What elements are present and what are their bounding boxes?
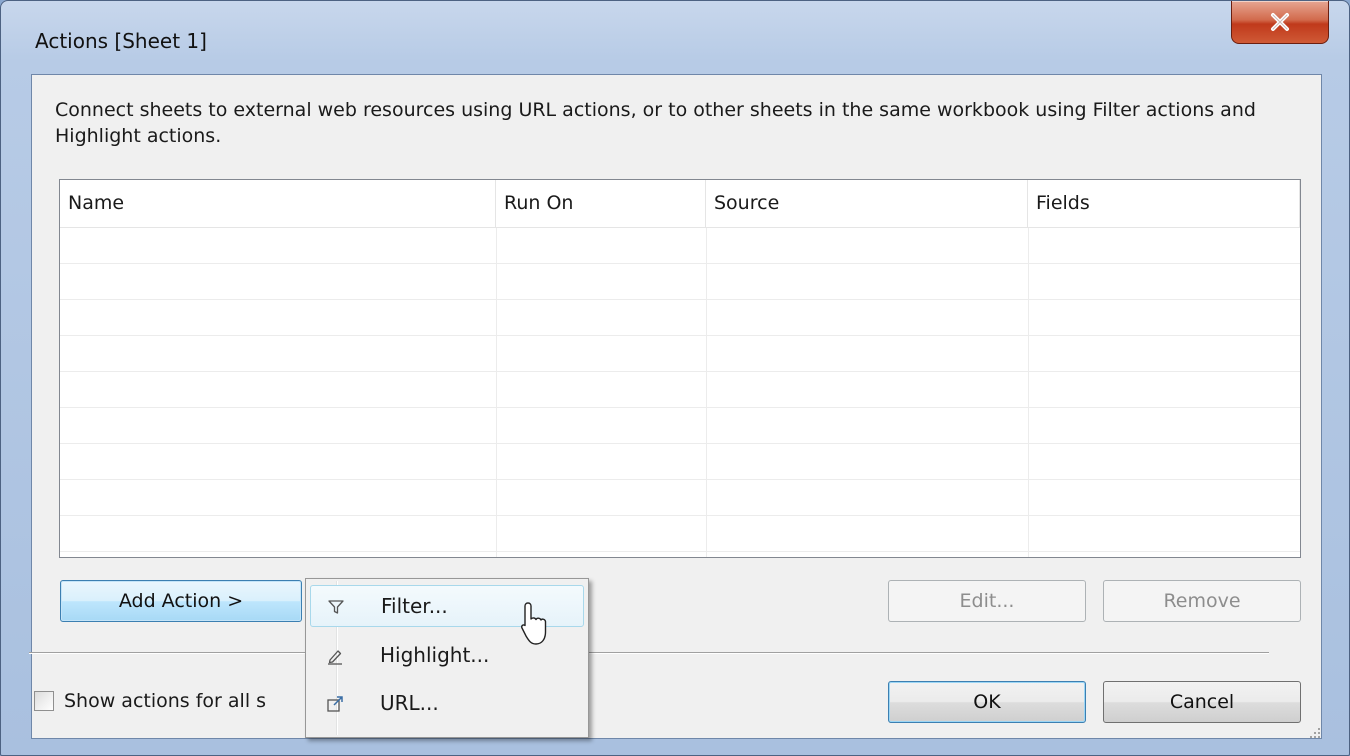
menu-item-label: Filter... bbox=[381, 594, 448, 618]
remove-button[interactable]: Remove bbox=[1103, 580, 1301, 622]
ok-button[interactable]: OK bbox=[888, 681, 1086, 723]
column-header-fields[interactable]: Fields bbox=[1028, 180, 1300, 227]
table-row bbox=[60, 372, 1300, 408]
highlight-icon bbox=[328, 650, 342, 665]
resize-grip-icon[interactable] bbox=[1307, 725, 1321, 739]
mouse-cursor-icon bbox=[521, 602, 547, 645]
table-row bbox=[60, 516, 1300, 552]
separator bbox=[29, 652, 1269, 654]
show-all-sheets-label: Show actions for all s bbox=[64, 690, 267, 712]
column-header-name[interactable]: Name bbox=[60, 180, 496, 227]
dialog-body: Connect sheets to external web resources… bbox=[29, 74, 1322, 739]
column-header-run-on[interactable]: Run On bbox=[496, 180, 706, 227]
column-divider bbox=[1028, 228, 1029, 557]
actions-dialog: Actions [Sheet 1] Connect sheets to exte… bbox=[0, 0, 1350, 756]
menu-item-url[interactable]: URL... bbox=[310, 683, 584, 725]
show-all-sheets-checkbox[interactable] bbox=[34, 691, 54, 711]
column-divider bbox=[706, 228, 707, 557]
table-row bbox=[60, 480, 1300, 516]
url-icon bbox=[327, 696, 343, 712]
table-row bbox=[60, 300, 1300, 336]
table-row bbox=[60, 264, 1300, 300]
table-row bbox=[60, 408, 1300, 444]
actions-table[interactable]: Name Run On Source Fields bbox=[59, 179, 1301, 558]
add-action-button[interactable]: Add Action > bbox=[60, 580, 302, 622]
cancel-button[interactable]: Cancel bbox=[1103, 681, 1301, 723]
close-button[interactable] bbox=[1231, 1, 1329, 44]
column-header-source[interactable]: Source bbox=[706, 180, 1028, 227]
dialog-description: Connect sheets to external web resources… bbox=[55, 99, 1256, 147]
filter-icon bbox=[328, 600, 344, 614]
menu-item-label: Highlight... bbox=[380, 643, 490, 667]
edit-button[interactable]: Edit... bbox=[888, 580, 1086, 622]
window-title: Actions [Sheet 1] bbox=[35, 29, 207, 53]
table-header: Name Run On Source Fields bbox=[60, 180, 1300, 228]
column-divider bbox=[496, 228, 497, 557]
table-row bbox=[60, 336, 1300, 372]
table-body bbox=[60, 228, 1300, 557]
title-bar[interactable]: Actions [Sheet 1] bbox=[1, 1, 1349, 71]
table-row bbox=[60, 228, 1300, 264]
menu-item-label: URL... bbox=[380, 691, 439, 715]
close-icon bbox=[1271, 13, 1289, 31]
table-row bbox=[60, 444, 1300, 480]
